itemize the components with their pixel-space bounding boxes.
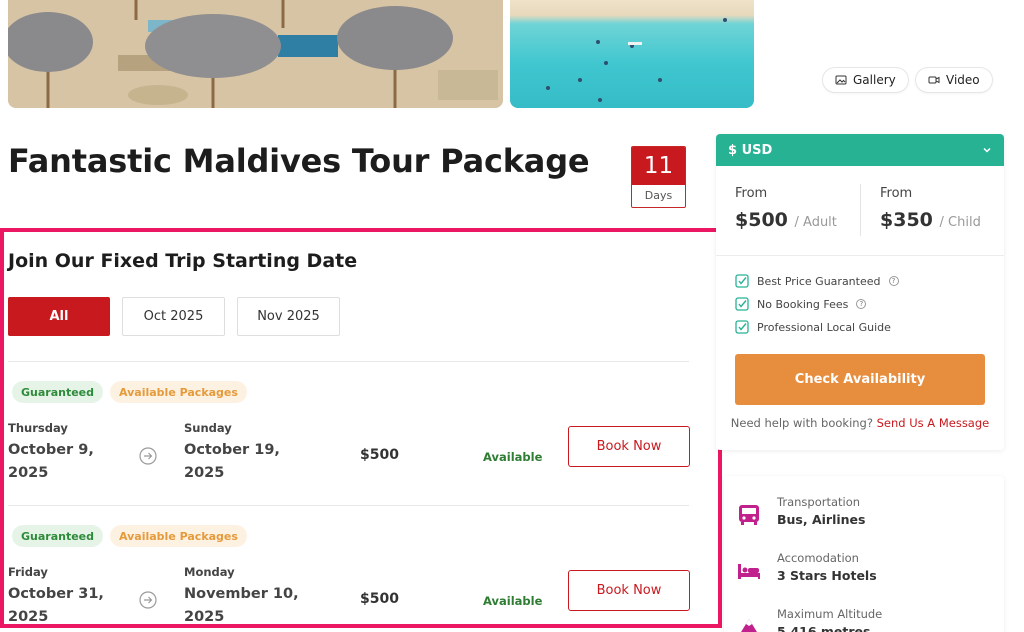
perk-label: No Booking Fees	[757, 297, 849, 311]
arrow-right-circle-icon	[139, 447, 157, 465]
bed-icon	[738, 564, 760, 579]
price-summary: From $500 / Adult From $350 / Child	[716, 166, 1004, 256]
info-label: Maximum Altitude	[777, 607, 883, 621]
gallery-button-label: Gallery	[853, 73, 896, 87]
info-altitude: Maximum Altitude 5,416 metres	[724, 607, 1004, 632]
help-text: Need help with booking?	[730, 416, 873, 430]
info-label: Transportation	[777, 495, 861, 509]
info-label: Accomodation	[777, 551, 859, 565]
gallery-photo-sea[interactable]	[510, 0, 754, 108]
child-price: From $350 / Child	[880, 186, 981, 231]
check-square-icon	[735, 274, 749, 288]
page-title: Fantastic Maldives Tour Package	[8, 142, 590, 180]
filter-oct-2025[interactable]: Oct 2025	[122, 297, 225, 336]
availability-status: Available	[483, 594, 543, 608]
booking-card: $ USD From $500 / Adult From $350 / Chil…	[716, 134, 1004, 450]
chevron-down-icon	[983, 147, 991, 153]
start-date-line1: October 31,	[8, 586, 104, 602]
trip-price: $500	[360, 447, 399, 463]
start-date-line2: 2025	[8, 465, 49, 481]
arrow-right-circle-icon	[139, 591, 157, 609]
perk-best-price: Best Price Guaranteed ?	[735, 273, 899, 289]
beach-umbrellas-image	[8, 0, 503, 108]
video-button[interactable]: Video	[915, 67, 993, 93]
question-icon[interactable]: ?	[856, 299, 867, 309]
start-date: October 31, 2025	[8, 583, 104, 625]
start-date: October 9, 2025	[8, 439, 94, 485]
perk-local-guide: Professional Local Guide	[735, 319, 891, 335]
start-weekday: Thursday	[8, 421, 68, 435]
adult-amount: $500	[735, 209, 788, 231]
check-square-icon	[735, 320, 749, 334]
adult-price: From $500 / Adult	[735, 186, 837, 231]
duration-badge: 11 Days	[631, 146, 686, 208]
currency-selector[interactable]: $ USD	[716, 134, 1004, 166]
divider	[8, 505, 689, 506]
video-camera-icon	[928, 76, 940, 84]
duration-number: 11	[632, 147, 685, 185]
end-date-line1: November 10,	[184, 586, 299, 602]
divider	[8, 361, 689, 362]
send-message-link[interactable]: Send Us A Message	[877, 416, 990, 430]
end-weekday: Sunday	[184, 421, 232, 435]
info-value: Bus, Airlines	[777, 512, 866, 527]
start-date-line1: October 9,	[8, 442, 94, 458]
perk-no-fees: No Booking Fees ?	[735, 296, 867, 312]
info-transportation: Transportation Bus, Airlines	[724, 495, 1004, 535]
booking-help: Need help with booking? Send Us A Messag…	[716, 416, 1004, 430]
trip-price: $500	[360, 591, 399, 607]
availability-status: Available	[483, 450, 543, 464]
book-now-button[interactable]: Book Now	[568, 426, 690, 467]
trip-info-card: Transportation Bus, Airlines Accomodatio…	[724, 476, 1004, 632]
book-now-button[interactable]: Book Now	[568, 570, 690, 611]
filter-nov-2025[interactable]: Nov 2025	[237, 297, 340, 336]
child-unit: / Child	[939, 215, 981, 230]
fixed-trip-heading: Join Our Fixed Trip Starting Date	[8, 250, 358, 272]
question-icon[interactable]: ?	[888, 276, 899, 286]
mountain-icon	[741, 619, 757, 632]
perk-label: Professional Local Guide	[757, 320, 891, 334]
info-value: 3 Stars Hotels	[777, 568, 877, 583]
divider	[860, 184, 861, 236]
end-date-line2: 2025	[184, 465, 225, 481]
child-amount: $350	[880, 209, 933, 231]
video-button-label: Video	[946, 73, 980, 87]
image-icon	[835, 75, 847, 85]
available-packages-badge: Available Packages	[110, 525, 247, 547]
end-date-line1: October 19,	[184, 442, 280, 458]
available-packages-badge: Available Packages	[110, 381, 247, 403]
currency-label: $ USD	[728, 142, 773, 158]
trip-row: Guaranteed Available Packages Thursday O…	[8, 381, 690, 501]
child-from-label: From	[880, 186, 913, 201]
adult-unit: / Adult	[794, 215, 837, 230]
end-date: November 10, 2025	[184, 583, 299, 625]
guaranteed-badge: Guaranteed	[12, 381, 104, 403]
check-square-icon	[735, 297, 749, 311]
start-weekday: Friday	[8, 565, 48, 579]
info-value: 5,416 metres	[777, 624, 871, 632]
fixed-trip-section: Join Our Fixed Trip Starting Date All Oc…	[0, 228, 722, 628]
check-availability-button[interactable]: Check Availability	[735, 354, 985, 405]
start-date-line2: 2025	[8, 609, 49, 625]
info-accommodation: Accomodation 3 Stars Hotels	[724, 551, 1004, 591]
bus-icon	[739, 505, 759, 525]
trip-row: Guaranteed Available Packages Friday Oct…	[8, 525, 690, 625]
end-date: October 19, 2025	[184, 439, 280, 485]
end-date-line2: 2025	[184, 609, 225, 625]
perk-label: Best Price Guaranteed	[757, 274, 881, 288]
filter-all[interactable]: All	[8, 297, 110, 336]
guaranteed-badge: Guaranteed	[12, 525, 104, 547]
adult-from-label: From	[735, 186, 768, 201]
gallery-button[interactable]: Gallery	[822, 67, 909, 93]
gallery-photo-beach[interactable]	[8, 0, 503, 108]
sea-swimmers-image	[546, 18, 727, 102]
end-weekday: Monday	[184, 565, 235, 579]
duration-unit: Days	[644, 189, 673, 202]
